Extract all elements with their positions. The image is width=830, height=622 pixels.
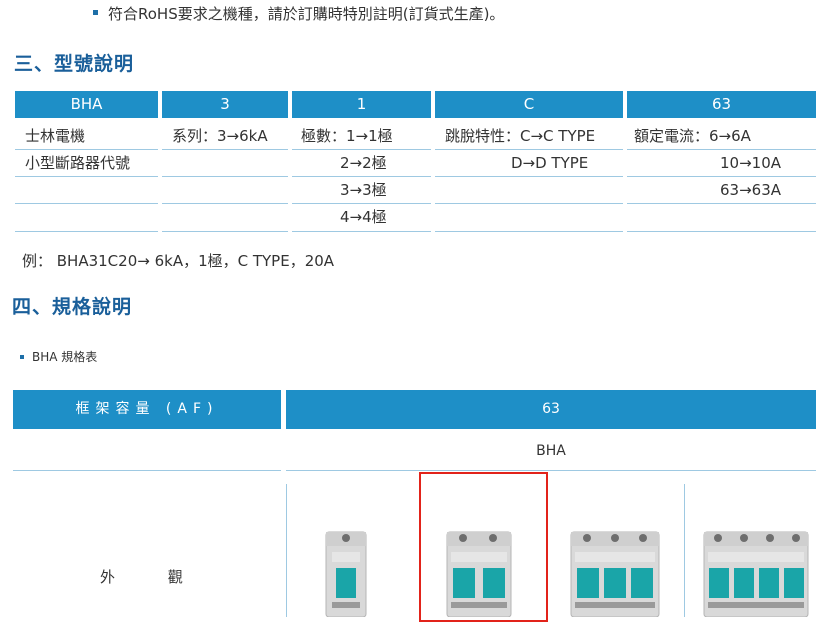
spec-header-frame-value: 63	[286, 390, 816, 429]
section-title-spec: 四、規格說明	[12, 296, 133, 318]
model-cell-trip-c: 跳脫特性：C→C TYPE	[445, 127, 596, 145]
model-header-capacity: 3	[162, 91, 288, 118]
spec-subtitle-text: BHA 規格表	[32, 350, 98, 364]
spec-subtitle: BHA 規格表	[20, 348, 97, 365]
model-cell-poles-1: 極數：1→1極	[301, 127, 393, 145]
model-cell-trip-d: D→D TYPE	[511, 154, 589, 172]
model-cell-current-6: 額定電流：6→6A	[634, 127, 751, 145]
section-title-model: 三、型號說明	[14, 53, 135, 75]
model-cell-poles-2: 2→2極	[340, 154, 387, 172]
spec-series-name: BHA	[536, 443, 566, 459]
model-header-poles: 1	[292, 91, 431, 118]
model-cell-current-10: 10→10A	[720, 154, 782, 172]
breaker-3-pole-image	[570, 531, 660, 617]
bullet-icon	[20, 354, 24, 359]
spec-appearance-label: 外 觀	[100, 568, 183, 586]
model-cell-code-desc: 小型斷路器代號	[25, 154, 131, 172]
rohs-note-text: 符合RoHS要求之機種，請於訂購時特別註明(訂貨式生產)。	[108, 5, 505, 23]
model-cell-poles-3: 3→3極	[340, 181, 387, 199]
model-cell-maker: 士林電機	[25, 127, 86, 145]
spec-header-frame-label: 框架容量 (AF)	[13, 390, 281, 429]
model-cell-series: 系列：3→6kA	[172, 127, 268, 145]
rohs-note: 符合RoHS要求之機種，請於訂購時特別註明(訂貨式生產)。	[93, 3, 504, 24]
model-example: 例： BHA31C20→ 6kA，1極，C TYPE，20A	[22, 252, 335, 270]
breaker-1-pole-image	[325, 531, 367, 617]
model-cell-poles-4: 4→4極	[340, 208, 387, 226]
model-header-series-code: BHA	[15, 91, 158, 118]
model-header-current: 63	[627, 91, 816, 118]
breaker-4-pole-image	[703, 531, 809, 617]
breaker-2-pole-image	[446, 531, 512, 617]
model-header-trip: C	[435, 91, 623, 118]
model-cell-current-63: 63→63A	[720, 181, 782, 199]
bullet-icon	[93, 10, 98, 15]
